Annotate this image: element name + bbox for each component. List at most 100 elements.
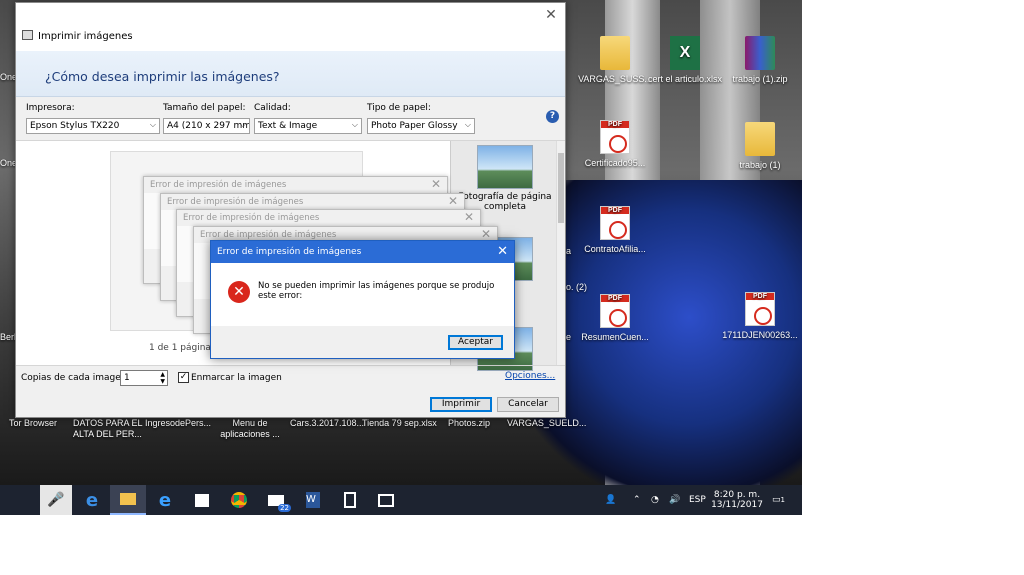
chevron-down-icon: ⌵ [351,120,358,129]
layout-thumbnail-full-page[interactable] [477,145,533,189]
paper-size-select-value: A4 (210 x 297 mm [167,121,250,131]
desktop-icon-folder[interactable]: VARGAS_SUSS... [575,36,655,84]
desktop-icon-label: ContratoAfilia... [584,244,646,254]
fit-picture-label: Enmarcar la imagen [191,373,282,383]
error-dialog-titlebar: Error de impresión de imágenes ✕ [211,241,514,263]
photos-icon[interactable] [368,485,404,515]
chrome-icon[interactable] [221,485,257,515]
stepper-arrows-icon[interactable]: ▲ ▼ [160,371,165,385]
desktop-icon-label[interactable]: Cars.3.2017.108... [290,418,364,428]
volume-icon[interactable]: 🔊 [669,485,680,515]
desktop-icon-pdf[interactable]: 1711DJEN00263... [720,292,800,340]
error-icon: ✕ [228,281,250,303]
folder-icon [745,122,775,156]
desktop-label-partial[interactable]: o. (2) [566,282,587,292]
desktop-icon-xlsx[interactable]: X cert el articulo.xlsx [645,36,725,84]
paper-type-select[interactable]: Photo Paper Glossy ⌵ [367,118,475,134]
clock-time: 8:20 p. m. [713,490,761,500]
scrollbar-thumb[interactable] [558,153,564,223]
store-icon[interactable] [184,485,220,515]
printer-select-value: Epson Stylus TX220 [30,121,120,131]
close-icon[interactable]: ✕ [431,177,441,191]
print-options-bar: Impresora: Epson Stylus TX220 ⌵ Tamaño de… [16,97,565,141]
error-dialog-title: Error de impresión de imágenes [167,197,304,207]
quality-select[interactable]: Text & Image ⌵ [254,118,362,134]
paper-size-select[interactable]: A4 (210 x 297 mm ⌵ [163,118,250,134]
desktop-label-partial[interactable]: e [566,332,571,342]
quality-label: Calidad: [254,103,291,113]
taskbar: 🎤 e e 22 W 👤 ⌃ ◔ 🔊 ESP 8:20 p. m. 13/11/… [0,485,802,515]
error-dialog: Error de impresión de imágenes ✕ ✕ No se… [210,240,515,359]
chevron-up-icon[interactable]: ⌃ [633,485,641,515]
edge-icon[interactable]: e [74,485,110,515]
copies-stepper[interactable]: 1 ▲ ▼ [120,370,168,386]
excel-icon: X [670,36,700,70]
desktop-label-partial[interactable]: a [566,246,571,256]
chevron-down-icon: ⌵ [149,120,156,129]
print-button[interactable]: Imprimir [430,397,492,412]
desktop-icon-label: Certificado95... [584,158,646,168]
copies-value: 1 [124,373,130,383]
desktop-icon-pdf[interactable]: Certificado95... [575,120,655,168]
options-link[interactable]: Opciones... [505,371,555,381]
print-buttons-bar: Imprimir Cancelar [16,389,565,417]
desktop-icon-pdf[interactable]: ContratoAfilia... [575,206,655,254]
desktop-icon-pdf[interactable]: ResumenCuen... [575,294,655,342]
pdf-icon [600,120,630,154]
word-icon[interactable]: W [295,485,331,515]
desktop-icon-label[interactable]: Tor Browser [9,418,57,428]
desktop-icon-label[interactable]: Tienda 79 sep.xlsx [362,418,437,428]
desktop-icon-label: ResumenCuen... [581,332,649,342]
error-dialog-title: Error de impresión de imágenes [150,180,287,190]
layout-scrollbar[interactable] [556,141,565,365]
pdf-icon [600,294,630,328]
desktop-icon-label[interactable]: VARGAS_SUELD... [507,418,586,428]
desktop-icon-label: VARGAS_SUSS... [578,74,652,84]
mail-badge: 22 [278,504,291,512]
pdf-icon [745,292,775,326]
file-explorer-icon[interactable] [110,485,146,515]
chevron-down-icon: ⌵ [239,120,246,129]
desktop-icon-label[interactable]: DATOS PARA EL ALTA DEL PER... [73,418,143,440]
notifications-icon[interactable]: ▭ 1 [772,485,785,515]
fit-picture-checkbox[interactable]: ✓ [178,372,189,383]
internet-explorer-icon[interactable]: e [147,485,183,515]
close-icon[interactable]: ✕ [497,244,508,259]
desktop-icon-label[interactable]: Menu de aplicaciones ... [220,418,280,440]
mail-icon[interactable]: 22 [258,485,294,515]
notification-count: 1 [780,496,785,504]
close-icon[interactable]: ✕ [543,7,559,23]
wifi-icon[interactable]: ◔ [651,485,659,515]
print-heading-band: ¿Cómo desea imprimir las imágenes? [16,51,565,97]
rar-archive-icon [745,36,775,70]
error-dialog-title: Error de impresión de imágenes [217,247,362,257]
desktop-icon-label[interactable]: Photos.zip [448,418,490,428]
desktop-icon-zip[interactable]: trabajo (1).zip [720,36,800,84]
people-icon[interactable]: 👤 [605,485,616,515]
calculator-icon[interactable] [332,485,368,515]
printer-select[interactable]: Epson Stylus TX220 ⌵ [26,118,160,134]
ok-button[interactable]: Aceptar [448,335,503,350]
page-count: 1 de 1 página [149,343,211,353]
close-icon[interactable]: ✕ [481,227,491,241]
error-dialog-content: ✕ No se pueden imprimir las imágenes por… [211,263,514,326]
desktop-icon-label: cert el articulo.xlsx [647,74,723,84]
paper-type-select-value: Photo Paper Glossy [371,121,458,131]
print-window-title: Imprimir imágenes [38,31,133,42]
language-indicator[interactable]: ESP [689,485,706,515]
desktop-icon-label: 1711DJEN00263... [722,330,798,340]
desktop-icon-label[interactable]: IngresodePers... [145,418,211,428]
close-icon[interactable]: ✕ [464,210,474,224]
cancel-button[interactable]: Cancelar [497,397,559,412]
microphone-icon[interactable]: 🎤 [40,485,72,515]
help-icon[interactable]: ? [546,110,559,123]
error-message: No se pueden imprimir las imágenes porqu… [258,281,495,301]
print-window-titlebar: Imprimir imágenes ✕ [16,3,565,51]
desktop-icon-label: trabajo (1).zip [732,74,788,84]
pdf-icon [600,206,630,240]
clock[interactable]: 8:20 p. m. 13/11/2017 [711,485,763,515]
error-dialog-title: Error de impresión de imágenes [200,230,337,240]
desktop-icon-folder[interactable]: trabajo (1) [720,122,800,170]
close-icon[interactable]: ✕ [448,194,458,208]
chevron-down-icon: ⌵ [464,120,471,129]
